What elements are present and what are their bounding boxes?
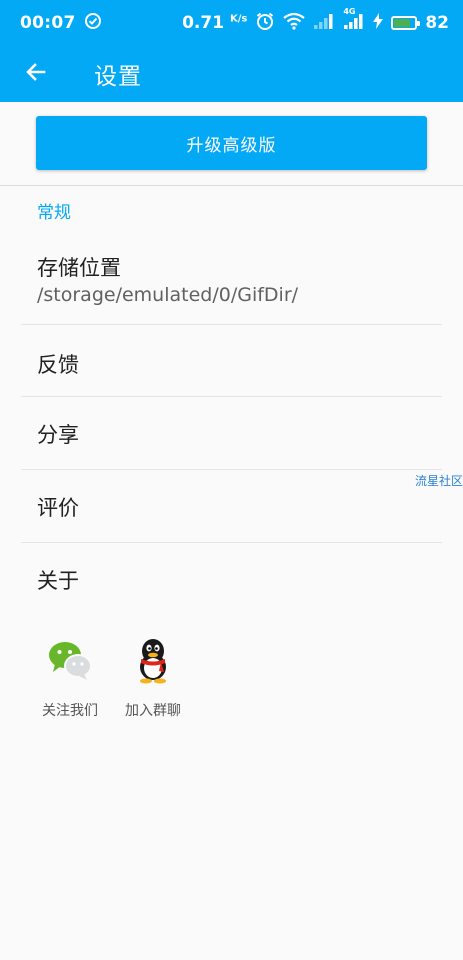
settings-screen: 00:07 0.71 K/s 4G 82 设置 升级高级版 常规 存储位置 /s…	[0, 0, 463, 960]
check-circle-icon	[84, 12, 102, 35]
wechat-icon	[36, 636, 104, 686]
pref-summary: /storage/emulated/0/GifDir/	[37, 284, 299, 306]
alarm-icon	[255, 11, 275, 36]
status-bar-right: 0.71 K/s 4G 82	[182, 7, 449, 36]
pref-title: 关于	[37, 569, 79, 593]
pref-feedback[interactable]: 反馈	[21, 325, 442, 396]
app-bar: 设置	[0, 46, 463, 102]
status-time: 00:07	[20, 13, 76, 33]
status-bar: 00:07 0.71 K/s 4G 82	[0, 0, 463, 46]
page-title: 设置	[94, 64, 142, 90]
network-speed-value: 0.71	[182, 13, 225, 33]
charging-bolt-icon	[373, 12, 384, 34]
battery-percent: 82	[425, 13, 449, 33]
qq-penguin-icon	[119, 636, 187, 686]
pref-title: 反馈	[37, 353, 79, 377]
back-button[interactable]	[8, 46, 64, 102]
battery-icon	[391, 16, 421, 30]
signal-4g-icon: 4G	[343, 7, 365, 35]
wifi-icon	[283, 12, 306, 35]
battery-fill	[394, 19, 411, 27]
pref-rate[interactable]: 评价	[21, 470, 442, 542]
pref-about[interactable]: 关于	[21, 543, 442, 615]
network-speed-unit: K/s	[229, 13, 248, 25]
join-group-label: 加入群聊	[125, 703, 181, 719]
arrow-left-icon	[24, 60, 48, 88]
signal-icon	[313, 12, 335, 35]
join-group-qq[interactable]: 加入群聊	[119, 636, 187, 720]
pref-title: 评价	[37, 496, 79, 520]
follow-us-label: 关注我们	[42, 703, 98, 719]
pref-share[interactable]: 分享	[21, 397, 442, 469]
status-bar-left: 00:07	[20, 12, 102, 35]
follow-us-wechat[interactable]: 关注我们	[36, 636, 104, 720]
watermark-text: 流星社区	[414, 474, 463, 488]
section-header-general: 常规	[37, 203, 71, 223]
upgrade-section: 升级高级版	[0, 102, 463, 186]
network-type-label: 4G	[343, 6, 356, 16]
upgrade-premium-button[interactable]: 升级高级版	[36, 116, 427, 170]
network-speed: 0.71 K/s	[182, 13, 247, 33]
pref-title: 分享	[37, 423, 79, 447]
pref-title: 存储位置	[37, 256, 121, 280]
pref-storage-location[interactable]: 存储位置 /storage/emulated/0/GifDir/	[21, 248, 442, 324]
